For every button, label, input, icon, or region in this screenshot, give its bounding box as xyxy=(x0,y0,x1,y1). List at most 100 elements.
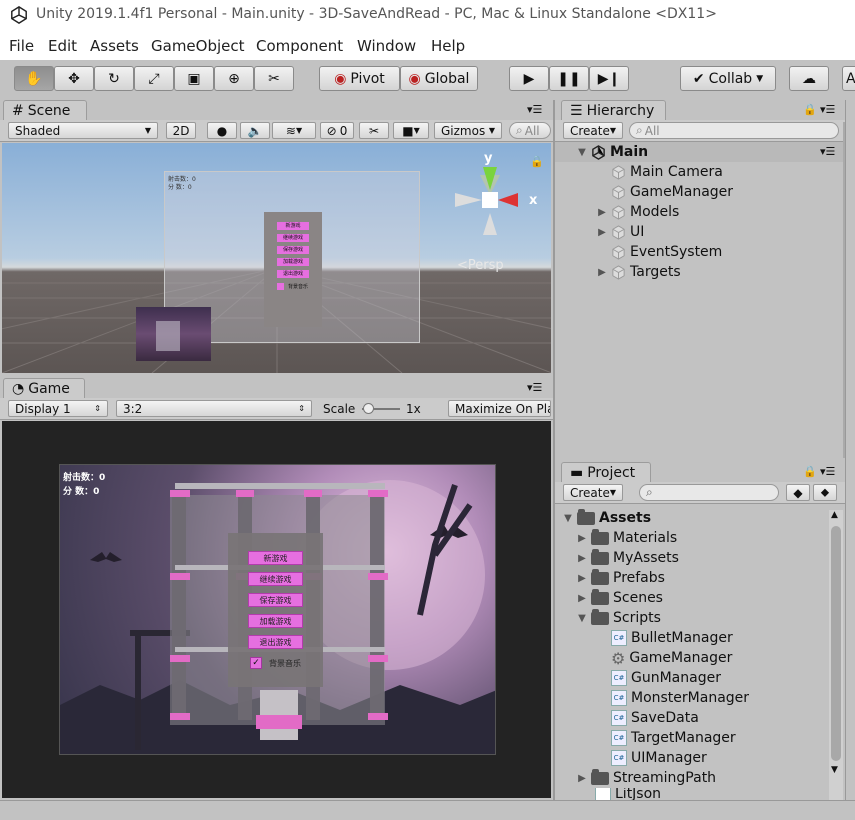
script-row[interactable]: C# BulletManager xyxy=(611,628,733,648)
hierarchy-item[interactable]: EventSystem xyxy=(597,242,722,262)
scale-slider[interactable] xyxy=(362,403,400,414)
maximize-on-play-toggle[interactable]: Maximize On Play xyxy=(448,400,551,417)
cloud-button[interactable]: ☁ xyxy=(789,66,829,91)
filter-type-button[interactable]: ◆ xyxy=(786,484,810,501)
chevron-right-icon[interactable]: ▶ xyxy=(577,593,587,604)
script-row[interactable]: C# TargetManager xyxy=(611,728,736,748)
shading-mode-dropdown[interactable]: Shaded ▼ xyxy=(8,122,158,139)
panel-menu-icon[interactable]: ▾☰ xyxy=(820,465,835,478)
account-dropdown[interactable]: A xyxy=(842,66,855,91)
script-row[interactable]: ⚙ GameManager xyxy=(611,648,732,668)
scale-tool-button[interactable]: ⤢ xyxy=(134,66,174,91)
pivot-toggle[interactable]: ◉ Pivot xyxy=(319,66,400,91)
project-search-input[interactable]: ⌕ xyxy=(639,484,779,501)
menu-window[interactable]: Window xyxy=(357,37,416,55)
scroll-up-icon[interactable]: ▲ xyxy=(831,510,838,520)
script-row[interactable]: C# GunManager xyxy=(611,668,721,688)
music-checkbox[interactable]: ✓ xyxy=(250,657,262,669)
chevron-right-icon[interactable]: ▶ xyxy=(597,227,607,238)
script-row[interactable]: C# SaveData xyxy=(611,708,699,728)
hierarchy-item[interactable]: Main Camera xyxy=(597,162,723,182)
chevron-right-icon[interactable]: ▶ xyxy=(577,773,587,784)
project-scrollbar[interactable]: ▲ ▼ xyxy=(829,510,843,800)
gizmos-dropdown[interactable]: Gizmos ▼ xyxy=(434,122,502,139)
chevron-down-icon[interactable]: ▼ xyxy=(577,147,587,158)
script-row[interactable]: C# UIManager xyxy=(611,748,707,768)
move-tool-button[interactable]: ✥ xyxy=(54,66,94,91)
menu-assets[interactable]: Assets xyxy=(90,37,139,55)
filter-label-button[interactable]: ⬥ xyxy=(813,484,837,501)
hidden-objects-toggle[interactable]: ⊘ 0 xyxy=(320,122,354,139)
lock-icon[interactable]: 🔒 xyxy=(530,155,544,168)
chevron-right-icon[interactable]: ▶ xyxy=(577,533,587,544)
chevron-right-icon[interactable]: ▶ xyxy=(597,207,607,218)
project-folder-row[interactable]: ▶ Scenes xyxy=(577,588,663,608)
new-game-button[interactable]: 新游戏 xyxy=(248,551,303,565)
menu-file[interactable]: File xyxy=(9,37,34,55)
camera-dropdown[interactable]: ■ ▼ xyxy=(393,122,429,139)
menu-edit[interactable]: Edit xyxy=(48,37,77,55)
hierarchy-item[interactable]: GameManager xyxy=(597,182,733,202)
quit-game-button[interactable]: 退出游戏 xyxy=(248,635,303,649)
litjson-row[interactable]: LitJson xyxy=(595,788,661,800)
tab-hierarchy[interactable]: ☰ Hierarchy xyxy=(561,100,666,120)
game-render[interactable]: 射击数：0 分 数：0 新游戏 继续游戏 保存游戏 加载游戏 退出游戏 ✓ 背景… xyxy=(59,464,496,755)
load-game-button[interactable]: 加载游戏 xyxy=(248,614,303,628)
assets-root-row[interactable]: ▼ Assets xyxy=(563,508,651,528)
tab-scene[interactable]: # Scene xyxy=(3,100,87,120)
panel-menu-icon[interactable]: ▾☰ xyxy=(820,103,835,116)
projection-label[interactable]: <Persp xyxy=(457,258,504,273)
project-folder-row[interactable]: ▶ Materials xyxy=(577,528,677,548)
hierarchy-item[interactable]: ▶ Targets xyxy=(597,262,680,282)
lock-icon[interactable]: 🔒 xyxy=(803,103,817,116)
collab-dropdown[interactable]: ✔ Collab ▼ xyxy=(680,66,776,91)
pause-button[interactable]: ❚❚ xyxy=(549,66,589,91)
custom-tool-button[interactable]: ✂ xyxy=(254,66,294,91)
scene-tools-toggle[interactable]: ✂ xyxy=(359,122,389,139)
chevron-right-icon[interactable]: ▶ xyxy=(597,267,607,278)
chevron-right-icon[interactable]: ▶ xyxy=(577,553,587,564)
tab-game[interactable]: ◔ Game xyxy=(3,378,85,398)
lighting-toggle[interactable]: ● xyxy=(207,122,237,139)
chevron-down-icon[interactable]: ▼ xyxy=(577,613,587,624)
step-button[interactable]: ▶❙ xyxy=(589,66,629,91)
streaming-folder-row[interactable]: ▶ StreamingPath xyxy=(577,768,716,788)
chevron-down-icon[interactable]: ▼ xyxy=(563,513,573,524)
hierarchy-item[interactable]: ▶ UI xyxy=(597,222,644,242)
create-dropdown[interactable]: Create ▼ xyxy=(563,122,623,139)
menu-help[interactable]: Help xyxy=(431,37,465,55)
scene-menu-icon[interactable]: ▾☰ xyxy=(820,145,835,158)
transform-tool-button[interactable]: ⊕ xyxy=(214,66,254,91)
rect-tool-button[interactable]: ▣ xyxy=(174,66,214,91)
scripts-folder-row[interactable]: ▼ Scripts xyxy=(577,608,661,628)
effects-dropdown[interactable]: ≋ ▼ xyxy=(272,122,316,139)
scroll-down-icon[interactable]: ▼ xyxy=(831,765,838,775)
tab-project[interactable]: ▬ Project xyxy=(561,462,651,482)
save-game-button[interactable]: 保存游戏 xyxy=(248,593,303,607)
menu-component[interactable]: Component xyxy=(256,37,343,55)
hierarchy-search-input[interactable]: ⌕ All xyxy=(629,122,839,139)
audio-toggle[interactable]: 🔈 xyxy=(240,122,270,139)
play-button[interactable]: ▶ xyxy=(509,66,549,91)
aspect-dropdown[interactable]: 3:2 ⇕ xyxy=(116,400,312,417)
hierarchy-item[interactable]: ▶ Models xyxy=(597,202,679,222)
mode-2d-toggle[interactable]: 2D xyxy=(166,122,196,139)
project-folder-row[interactable]: ▶ MyAssets xyxy=(577,548,679,568)
panel-menu-icon[interactable]: ▾☰ xyxy=(527,103,542,116)
lock-icon[interactable]: 🔒 xyxy=(803,465,817,478)
global-toggle[interactable]: ◉ Global xyxy=(400,66,478,91)
rotate-tool-button[interactable]: ↻ xyxy=(94,66,134,91)
chevron-right-icon[interactable]: ▶ xyxy=(577,573,587,584)
display-dropdown[interactable]: Display 1 ⇕ xyxy=(8,400,108,417)
scene-viewport[interactable]: 射击数：0 分 数：0 新游戏 继续游戏 保存游戏 加载游戏 退出游戏 背景音乐 xyxy=(2,143,551,373)
panel-menu-icon[interactable]: ▾☰ xyxy=(527,381,542,394)
hand-tool-button[interactable]: ✋ xyxy=(14,66,54,91)
continue-game-button[interactable]: 继续游戏 xyxy=(248,572,303,586)
scale-slider-thumb[interactable] xyxy=(362,403,374,414)
script-row[interactable]: C# MonsterManager xyxy=(611,688,749,708)
scrollbar-thumb[interactable] xyxy=(831,526,841,761)
scene-search-input[interactable]: ⌕ All xyxy=(509,122,551,139)
project-folder-row[interactable]: ▶ Prefabs xyxy=(577,568,665,588)
menu-gameobject[interactable]: GameObject xyxy=(151,37,245,55)
scene-root-row[interactable]: ▼ Main xyxy=(577,142,648,162)
